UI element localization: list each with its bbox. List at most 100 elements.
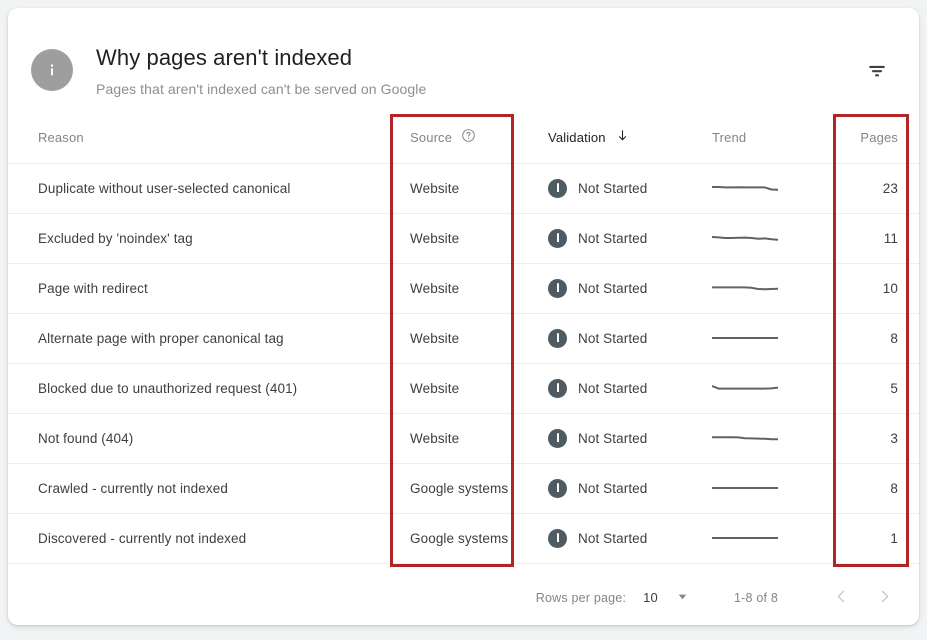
cell-source: Website: [392, 313, 535, 364]
cell-pages: 1: [825, 513, 919, 564]
cell-source: Website: [392, 363, 535, 414]
column-header-label: Reason: [38, 129, 84, 145]
cell-validation: Not Started: [535, 163, 700, 214]
cell-source: Website: [392, 213, 535, 264]
alert-icon: [548, 528, 567, 548]
cell-reason: Duplicate without user-selected canonica…: [8, 163, 392, 214]
header-text-block: Why pages aren't indexed Pages that aren…: [96, 44, 426, 99]
status-badge: Not Started: [578, 380, 648, 396]
cell-trend: [700, 363, 825, 414]
cell-trend: [700, 463, 825, 514]
column-header-reason[interactable]: Reason: [8, 112, 392, 164]
trend-sparkline: [712, 487, 778, 489]
status-badge: Not Started: [578, 230, 648, 246]
cell-pages: 8: [825, 313, 919, 364]
table-head: Reason Source Validation Trend Pages: [8, 112, 919, 164]
table-row[interactable]: Blocked due to unauthorized request (401…: [8, 363, 919, 414]
cell-validation: Not Started: [535, 413, 700, 464]
cell-reason: Not found (404): [8, 413, 392, 464]
cell-trend: [700, 213, 825, 264]
filter-icon[interactable]: [860, 54, 894, 88]
trend-sparkline: [712, 286, 778, 291]
rows-per-page-value: 10: [643, 590, 658, 605]
chevron-left-icon: [833, 588, 850, 608]
cell-reason: Discovered - currently not indexed: [8, 513, 392, 564]
status-badge: Not Started: [578, 330, 648, 346]
arrow-down-icon: [615, 128, 630, 146]
indexing-reasons-table: Reason Source Validation Trend Pages Dup…: [8, 112, 919, 564]
column-header-label: Validation: [548, 129, 606, 145]
status-badge: Not Started: [578, 430, 648, 446]
table-row[interactable]: Alternate page with proper canonical tag…: [8, 313, 919, 364]
status-badge: Not Started: [578, 530, 648, 546]
help-circle-icon[interactable]: [461, 128, 476, 146]
previous-page-button[interactable]: [824, 581, 858, 615]
column-header-label: Trend: [712, 129, 747, 145]
cell-source: Website: [392, 413, 535, 464]
column-header-label: Pages: [860, 129, 898, 145]
cell-source: Website: [392, 163, 535, 214]
cell-source: Website: [392, 263, 535, 314]
cell-validation: Not Started: [535, 363, 700, 414]
cell-trend: [700, 263, 825, 314]
cell-pages: 8: [825, 463, 919, 514]
cell-validation: Not Started: [535, 263, 700, 314]
column-header-validation[interactable]: Validation: [535, 112, 700, 164]
column-header-label: Source: [410, 129, 453, 145]
cell-reason: Alternate page with proper canonical tag: [8, 313, 392, 364]
rows-per-page-label: Rows per page:: [535, 590, 627, 605]
table-row[interactable]: Discovered - currently not indexed Google…: [8, 513, 919, 564]
cell-pages: 3: [825, 413, 919, 464]
alert-icon: [548, 478, 567, 498]
cell-validation: Not Started: [535, 463, 700, 514]
cell-trend: [700, 313, 825, 364]
cell-reason: Page with redirect: [8, 263, 392, 314]
alert-icon: [548, 178, 567, 198]
alert-icon: [548, 228, 567, 248]
table-header-row: Reason Source Validation Trend Pages: [8, 112, 919, 164]
alert-icon: [548, 428, 567, 448]
table-row[interactable]: Not found (404) Website Not Started 3: [8, 413, 919, 464]
cell-pages: 10: [825, 263, 919, 314]
trend-sparkline: [712, 385, 778, 390]
cell-pages: 11: [825, 213, 919, 264]
page-range-label: 1-8 of 8: [734, 590, 778, 605]
table-row[interactable]: Excluded by 'noindex' tag Website Not Star…: [8, 213, 919, 264]
table-footer: Rows per page: 10 1-8 of 8: [8, 570, 919, 625]
status-badge: Not Started: [578, 180, 648, 196]
alert-icon: [548, 378, 567, 398]
cell-trend: [700, 413, 825, 464]
cell-reason: Crawled - currently not indexed: [8, 463, 392, 514]
cell-source: Google systems: [392, 513, 535, 564]
column-header-trend[interactable]: Trend: [700, 112, 825, 164]
card-header: Why pages aren't indexed Pages that aren…: [8, 8, 919, 112]
table-row[interactable]: Duplicate without user-selected canonica…: [8, 163, 919, 214]
column-header-pages[interactable]: Pages: [825, 112, 919, 164]
status-badge: Not Started: [578, 480, 648, 496]
trend-sparkline: [712, 186, 778, 191]
cell-reason: Excluded by 'noindex' tag: [8, 213, 392, 264]
cell-pages: 23: [825, 163, 919, 214]
trend-sparkline: [712, 436, 778, 441]
next-page-button[interactable]: [867, 581, 901, 615]
rows-per-page-select[interactable]: 10: [643, 590, 689, 606]
status-badge: Not Started: [578, 280, 648, 296]
column-header-source[interactable]: Source: [392, 112, 535, 164]
cell-trend: [700, 163, 825, 214]
table-row[interactable]: Crawled - currently not indexed Google sy…: [8, 463, 919, 514]
page-title: Why pages aren't indexed: [96, 45, 353, 70]
trend-sparkline: [712, 537, 778, 539]
table-row[interactable]: Page with redirect Website Not Started 10: [8, 263, 919, 314]
cell-validation: Not Started: [535, 313, 700, 364]
cell-validation: Not Started: [535, 213, 700, 264]
table-body: Duplicate without user-selected canonica…: [8, 163, 919, 564]
cell-pages: 5: [825, 363, 919, 414]
cell-validation: Not Started: [535, 513, 700, 564]
indexing-report-card: Why pages aren't indexed Pages that aren…: [8, 8, 919, 625]
trend-sparkline: [712, 337, 778, 339]
cell-trend: [700, 513, 825, 564]
info-icon: [31, 49, 73, 91]
page-subtitle: Pages that aren't indexed can't be serve…: [96, 81, 427, 97]
alert-icon: [548, 278, 567, 298]
trend-sparkline: [712, 236, 778, 241]
